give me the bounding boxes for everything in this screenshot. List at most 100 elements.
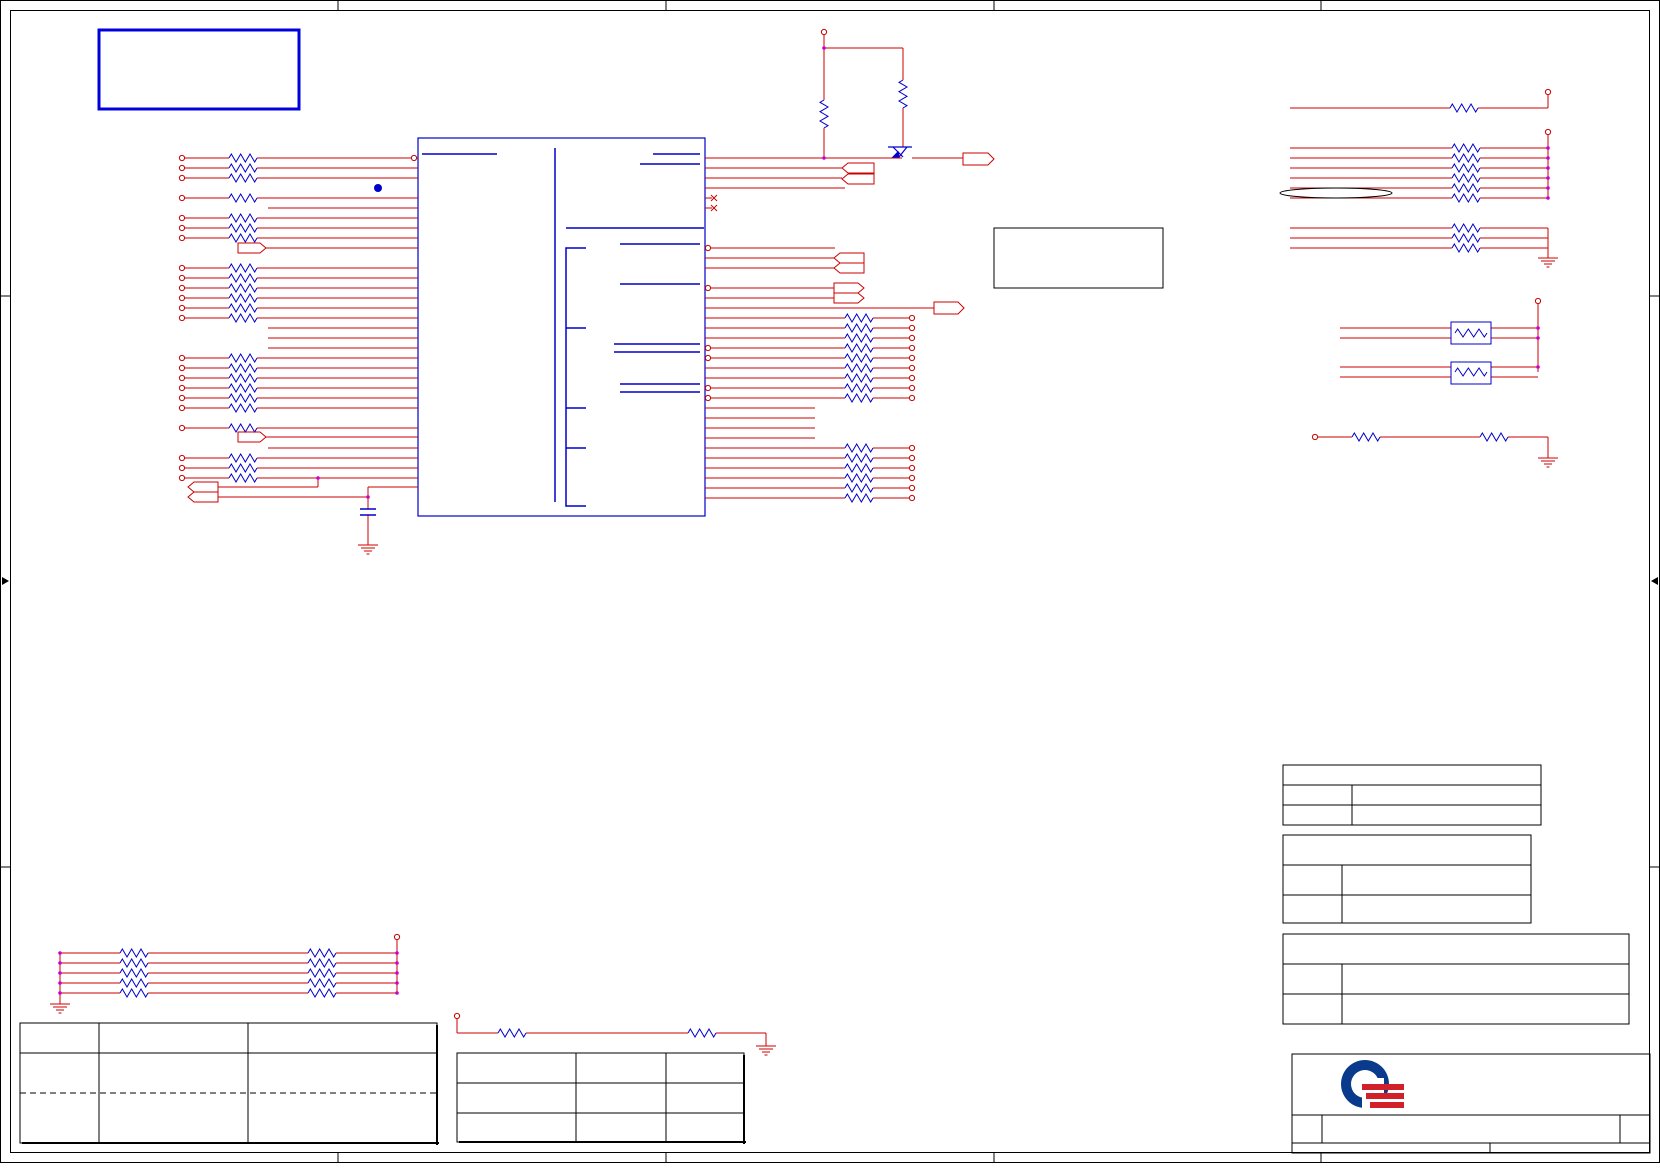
test-point <box>178 464 186 472</box>
junction <box>58 981 62 985</box>
junction <box>58 951 62 955</box>
net-port <box>833 252 865 264</box>
junction <box>395 951 399 955</box>
resistor <box>119 978 149 988</box>
junction <box>822 46 826 50</box>
title-block <box>1291 1053 1651 1154</box>
junction <box>58 961 62 965</box>
resistor <box>228 163 258 173</box>
ground-icon <box>1538 457 1558 468</box>
resistor <box>1451 183 1481 193</box>
net-port <box>841 162 875 174</box>
junction <box>1536 365 1540 369</box>
resistor <box>844 493 874 503</box>
net-port <box>187 491 219 503</box>
junction <box>1546 186 1550 190</box>
test-point <box>908 394 916 402</box>
resistor <box>844 383 874 393</box>
test-point <box>178 384 186 392</box>
resistor <box>844 333 874 343</box>
ground-icon <box>50 1003 70 1014</box>
resistor <box>228 303 258 313</box>
test-point <box>178 154 186 162</box>
test-point <box>178 234 186 242</box>
resistor <box>1454 328 1488 338</box>
test-point <box>908 444 916 452</box>
junction <box>395 971 399 975</box>
test-point <box>908 364 916 372</box>
test-point <box>178 304 186 312</box>
resistor <box>844 373 874 383</box>
junction <box>316 476 320 480</box>
resistor <box>228 213 258 223</box>
test-point <box>178 284 186 292</box>
test-point <box>178 224 186 232</box>
junction <box>1546 146 1550 150</box>
table-b <box>1282 834 1532 924</box>
test-point <box>908 454 916 462</box>
table-a <box>1282 764 1542 826</box>
wires <box>59 35 1549 1046</box>
schematic-sheet <box>0 0 1660 1163</box>
sheet-frame <box>0 0 1660 1163</box>
resistor <box>898 79 908 109</box>
resistor <box>819 99 829 129</box>
resistor <box>844 483 874 493</box>
resistor <box>844 463 874 473</box>
test-point <box>908 494 916 502</box>
main-ic <box>417 137 706 517</box>
test-point <box>178 314 186 322</box>
junction <box>1546 176 1550 180</box>
resistor <box>228 233 258 243</box>
net-port <box>187 481 219 493</box>
resistor <box>228 223 258 233</box>
resistor <box>228 353 258 363</box>
test-point <box>704 284 712 292</box>
net-port <box>962 152 995 166</box>
resistor <box>228 463 258 473</box>
test-point <box>1311 433 1319 441</box>
resistor <box>1451 143 1481 153</box>
resistor <box>228 263 258 273</box>
test-point <box>178 374 186 382</box>
net-port <box>833 282 865 294</box>
resistor <box>307 988 337 998</box>
resistor <box>119 948 149 958</box>
resistor <box>844 443 874 453</box>
resistor <box>228 383 258 393</box>
resistor <box>307 978 337 988</box>
junction <box>58 971 62 975</box>
resistor <box>228 393 258 403</box>
test-point <box>1544 128 1552 136</box>
resistor <box>228 373 258 383</box>
resistor <box>1451 243 1481 253</box>
resistor <box>228 173 258 183</box>
resistor <box>228 283 258 293</box>
info-box <box>993 227 1164 289</box>
test-point <box>908 374 916 382</box>
test-point <box>178 424 186 432</box>
test-point <box>704 354 712 362</box>
resistor <box>844 353 874 363</box>
test-point <box>908 484 916 492</box>
test-point <box>1534 297 1542 305</box>
ground-icon <box>358 544 378 555</box>
test-point <box>908 334 916 342</box>
test-point <box>410 154 418 162</box>
test-point <box>908 474 916 482</box>
resistor <box>1454 367 1488 377</box>
junction <box>1546 156 1550 160</box>
inner-border <box>10 10 1650 1153</box>
resistor <box>307 948 337 958</box>
resistor <box>844 323 874 333</box>
table-group-right <box>1282 764 1630 1025</box>
test-point <box>704 244 712 252</box>
resistor <box>119 988 149 998</box>
test-point <box>453 1012 461 1020</box>
junction <box>395 991 399 995</box>
test-point <box>178 264 186 272</box>
resistor <box>228 473 258 483</box>
net-port <box>237 431 267 443</box>
test-point <box>178 454 186 462</box>
resistor <box>228 273 258 283</box>
